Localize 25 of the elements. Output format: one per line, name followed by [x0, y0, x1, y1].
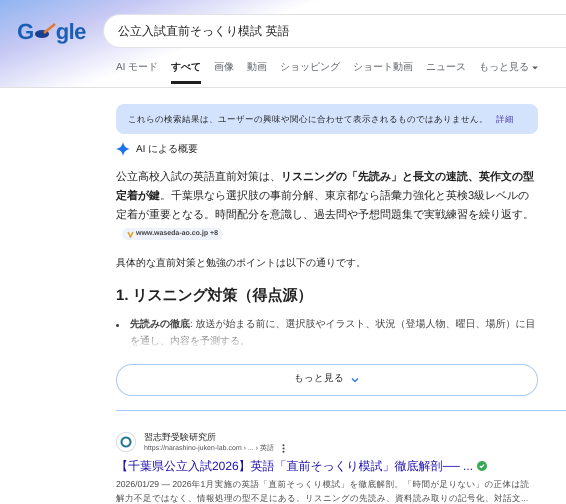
more-options-icon[interactable] — [282, 444, 285, 452]
search-tab[interactable]: ショッピング — [280, 60, 340, 84]
section-heading: 1. リスニング対策（得点源） — [116, 286, 314, 306]
doodle-icon — [34, 23, 56, 39]
ai-overview-title: AI による概要 — [136, 142, 198, 156]
result-snippet: 2026/01/29 — 2026年1月実施の英語「直前そっくり模試」を徹底解剖。「時間が足りない」の正体は読解力不足ではなく、情報処理の型不足にある。リスニングの先読み、資料読み取りの記号化、対話文... — [116, 478, 530, 504]
search-tab[interactable]: すべて — [171, 60, 202, 84]
source-icon — [127, 230, 134, 238]
notice-text: これらの検索結果は、ユーザーの興味や関心に合わせて表示されるものではありません。 — [128, 112, 488, 126]
bullet-text: 先読みの徹底: 放送が始まる前に、選択肢やイラスト、状況（登場人物、曜日、場所）に目を通し、内容を予測する。 — [130, 317, 536, 348]
show-more-button[interactable]: もっと見る — [116, 364, 538, 396]
search-tab[interactable]: 動画 — [247, 60, 268, 84]
search-tab[interactable]: AI モード — [116, 60, 158, 84]
logo[interactable]: G gle — [0, 14, 103, 48]
search-tab[interactable]: 画像 — [214, 60, 234, 84]
search-tab[interactable]: ニュース — [426, 60, 466, 84]
sparkle-icon — [116, 142, 130, 156]
dropdown-icon — [531, 64, 540, 72]
details-link[interactable]: 詳細 — [496, 112, 514, 126]
result-title-link[interactable]: 【千葉県公立入試2026】英語「直前そっくり模試」徹底解剖── ... — [116, 458, 474, 474]
search-tab[interactable]: もっと見る — [479, 60, 540, 84]
intro-text: 具体的な直前対策と勉強のポイントは以下の通りです。 — [116, 256, 367, 271]
search-field[interactable]: 公立入試直前そっくり模試 英語 — [103, 14, 566, 48]
site-name: 習志野受験研究所 — [144, 430, 217, 442]
search-tab[interactable]: ショート動画 — [353, 60, 414, 84]
